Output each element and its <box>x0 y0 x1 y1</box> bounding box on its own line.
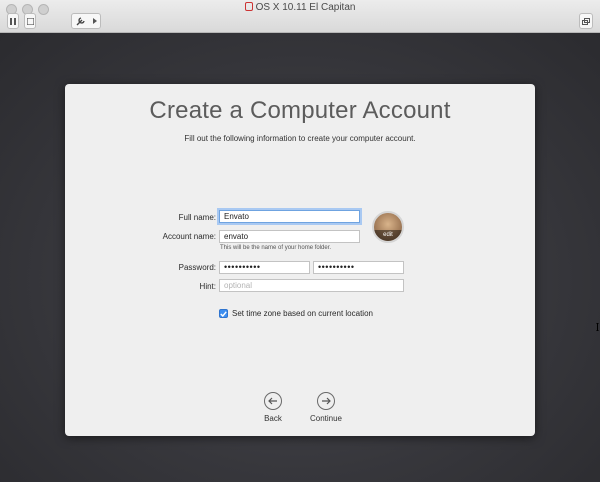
full-name-label: Full name: <box>178 213 216 222</box>
vm-window-titlebar: OS X 10.11 El Capitan <box>0 0 600 33</box>
continue-label[interactable]: Continue <box>301 414 351 423</box>
timezone-checkbox[interactable] <box>219 309 228 318</box>
account-name-label: Account name: <box>162 232 216 241</box>
pause-icon <box>10 17 16 25</box>
verify-password-field[interactable]: •••••••••• <box>313 261 404 274</box>
settings-button[interactable] <box>71 13 101 29</box>
password-field[interactable]: •••••••••• <box>219 261 310 274</box>
password-label: Password: <box>178 263 216 272</box>
chevron-right-icon <box>92 18 97 24</box>
avatar-edit-label: edit <box>374 230 402 241</box>
account-name-hint: This will be the name of your home folde… <box>220 245 332 251</box>
arrow-right-icon <box>322 397 331 405</box>
fullscreen-button[interactable] <box>579 13 593 29</box>
vm-icon <box>244 2 253 11</box>
window-title: OS X 10.11 El Capitan <box>255 2 356 13</box>
stop-icon <box>26 17 34 25</box>
wrench-icon <box>76 16 85 25</box>
page-title: Create a Computer Account <box>149 97 451 124</box>
back-label[interactable]: Back <box>253 414 293 423</box>
page-subtitle: Fill out the following information to cr… <box>184 134 416 143</box>
fullscreen-icon <box>582 17 590 25</box>
back-button[interactable] <box>264 392 282 410</box>
account-name-field[interactable]: envato <box>219 230 360 243</box>
user-avatar-button[interactable]: edit <box>372 211 404 243</box>
stop-button[interactable] <box>24 13 36 29</box>
checkmark-icon <box>220 310 227 317</box>
window-title-area: OS X 10.11 El Capitan <box>0 2 600 13</box>
pause-button[interactable] <box>7 13 19 29</box>
timezone-checkbox-label[interactable]: Set time zone based on current location <box>232 309 373 318</box>
setup-assistant-panel: Create a Computer Account Fill out the f… <box>65 84 535 436</box>
hint-label: Hint: <box>199 282 216 291</box>
continue-button[interactable] <box>317 392 335 410</box>
hint-field[interactable]: optional <box>219 279 404 292</box>
full-name-field[interactable]: Envato <box>219 210 360 223</box>
text-cursor-icon <box>596 323 599 331</box>
arrow-left-icon <box>268 397 277 405</box>
